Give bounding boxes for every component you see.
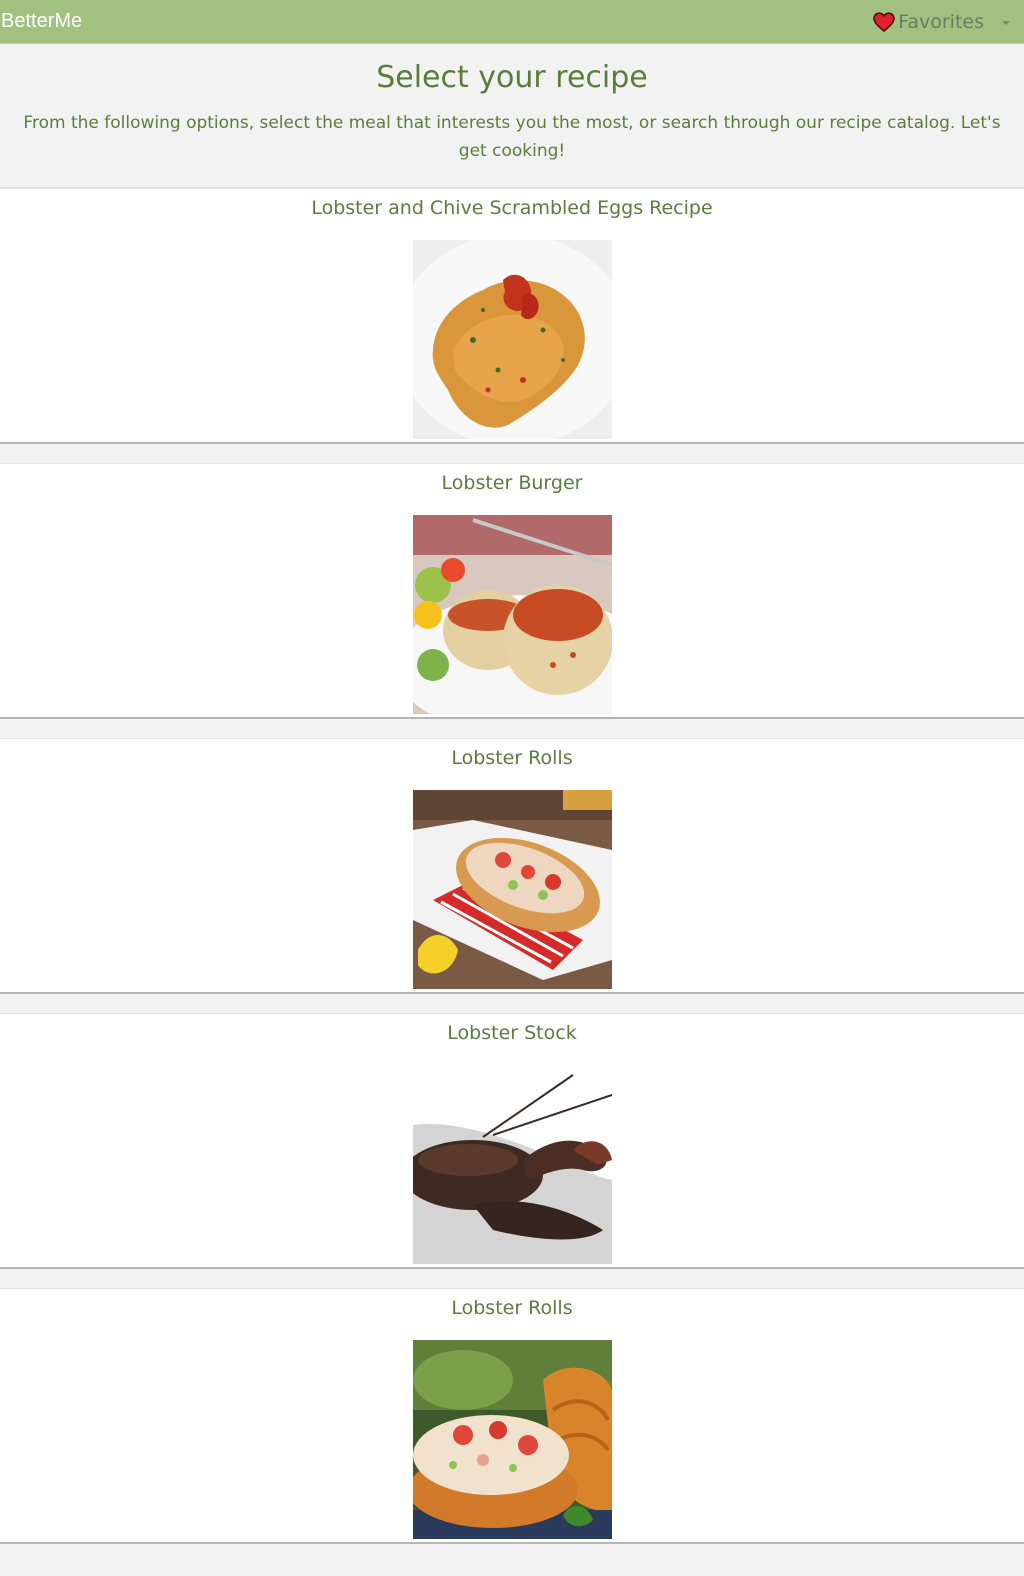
recipe-title[interactable]: Lobster and Chive Scrambled Eggs Recipe [0,193,1024,223]
lobster-roll-chips-photo[interactable] [412,1340,612,1539]
chevron-down-icon [1002,20,1010,25]
recipe-card[interactable]: Lobster Stock [0,1013,1024,1269]
recipe-card[interactable]: Lobster Rolls [0,738,1024,994]
recipe-card[interactable]: Lobster Rolls [0,1288,1024,1544]
recipe-list: Lobster and Chive Scrambled Eggs Recipe … [0,188,1024,1544]
intro-section: Select your recipe From the following op… [0,44,1024,188]
lobster-cakes-photo[interactable] [412,515,612,714]
favorites-dropdown[interactable]: Favorites [873,11,1010,33]
recipe-card[interactable]: Lobster and Chive Scrambled Eggs Recipe [0,188,1024,444]
brand-logo[interactable]: BetterMe [0,10,82,33]
recipe-title[interactable]: Lobster Rolls [0,1293,1024,1323]
page-title: Select your recipe [376,60,648,95]
recipe-title[interactable]: Lobster Rolls [0,743,1024,773]
page-description: From the following options, select the m… [23,113,1001,161]
lobster-roll-photo[interactable] [412,790,612,989]
top-navbar: BetterMe Favorites [0,0,1024,44]
recipe-title[interactable]: Lobster Burger [0,468,1024,498]
heart-icon [873,11,895,32]
scrambled-eggs-photo[interactable] [412,240,612,439]
live-lobster-photo[interactable] [412,1065,612,1264]
recipe-card[interactable]: Lobster Burger [0,463,1024,719]
recipe-title[interactable]: Lobster Stock [0,1018,1024,1048]
favorites-label: Favorites [898,10,984,33]
